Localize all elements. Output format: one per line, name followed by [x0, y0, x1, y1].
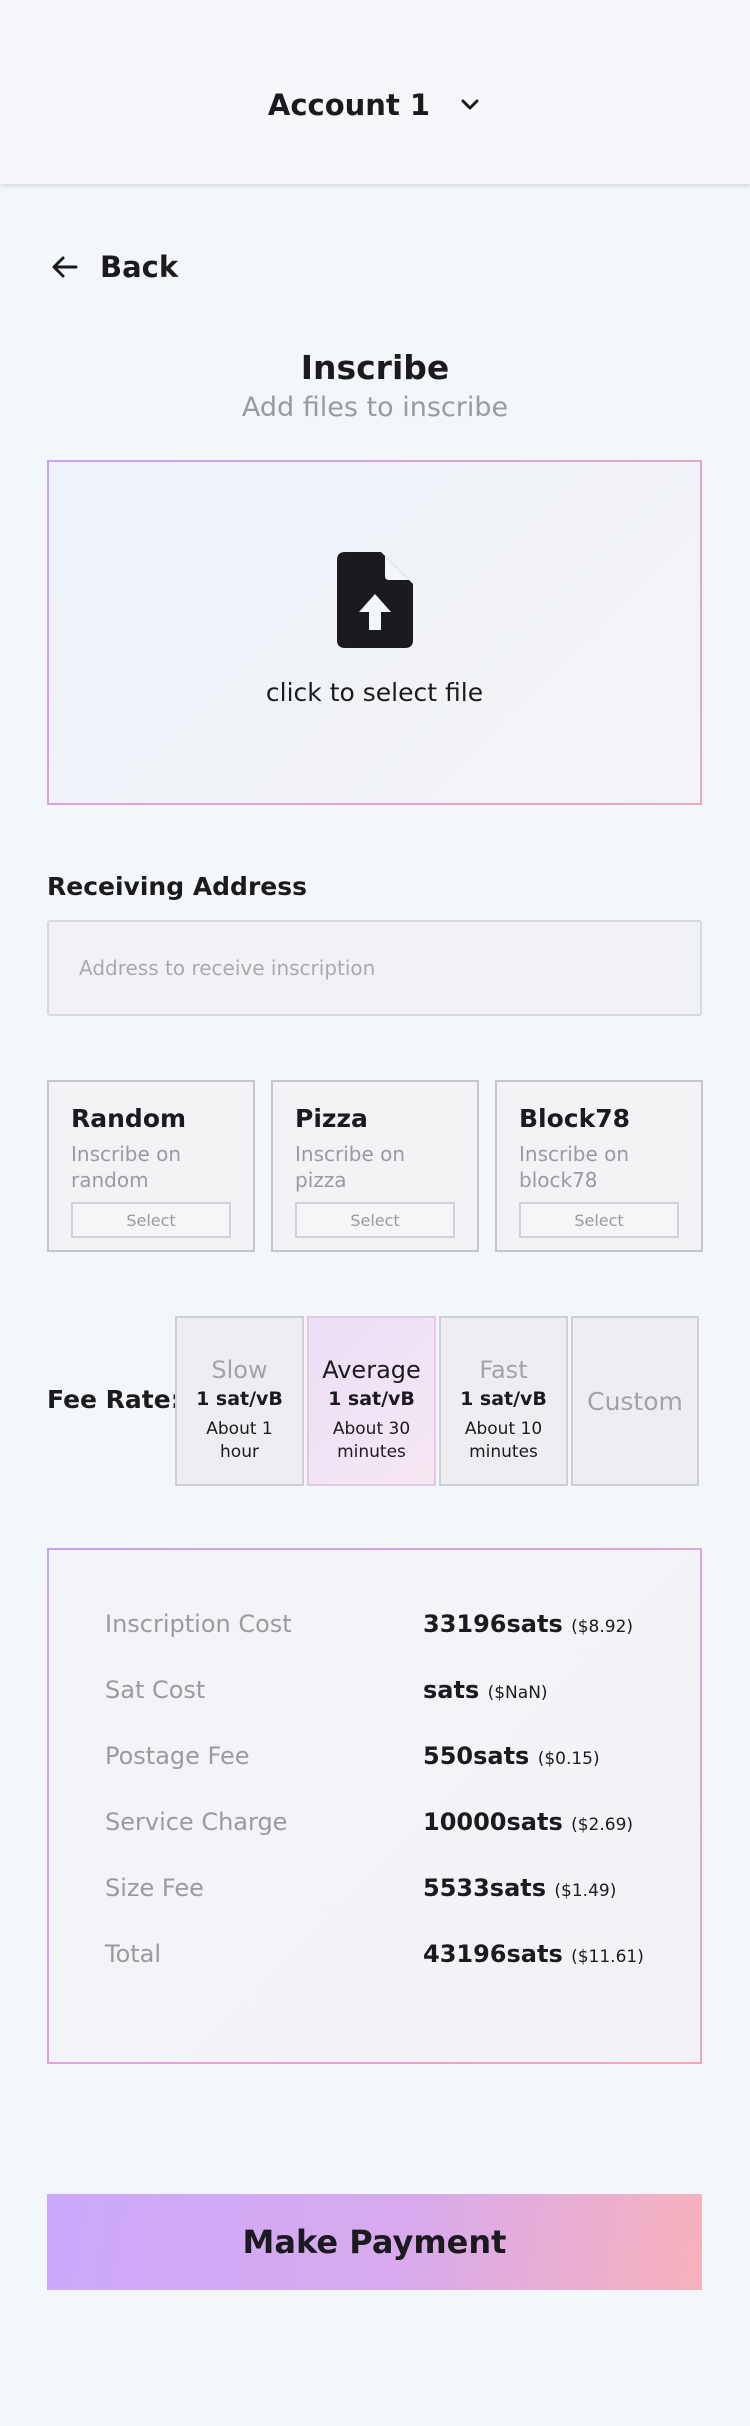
summary-value: sats ($NaN): [423, 1676, 548, 1704]
app-header: Account 1: [0, 0, 750, 184]
page-title: Inscribe: [300, 348, 450, 387]
fee-option-name: Fast: [479, 1356, 528, 1384]
receiving-address-input[interactable]: [47, 920, 702, 1016]
fee-option-name: Slow: [211, 1356, 268, 1384]
summary-key: Total: [105, 1940, 162, 1968]
summary-usd: ($8.92): [571, 1617, 634, 1637]
select-pizza-button[interactable]: Select: [295, 1202, 455, 1238]
page-subtitle: Add files to inscribe: [241, 392, 509, 423]
summary-value: 43196sats ($11.61): [423, 1940, 644, 1968]
summary-usd: ($1.49): [554, 1881, 617, 1901]
summary-value: 550sats ($0.15): [423, 1742, 600, 1770]
fee-option-average[interactable]: Average 1 sat/vB About 30 minutes: [307, 1316, 436, 1486]
summary-value: 5533sats ($1.49): [423, 1874, 617, 1902]
fee-option-rate: 1 sat/vB: [328, 1388, 415, 1410]
arrow-left-icon: [52, 256, 78, 278]
fee-option-custom[interactable]: Custom: [571, 1316, 699, 1486]
summary-row: Size Fee 5533sats ($1.49): [49, 1874, 700, 1940]
summary-usd: ($NaN): [487, 1683, 548, 1703]
fee-rate-label: Fee Rate:: [47, 1385, 181, 1414]
fee-option-time: About 10 minutes: [464, 1419, 543, 1462]
sat-option-title: Random: [71, 1104, 187, 1133]
cost-summary: Inscription Cost 33196sats ($8.92) Sat C…: [47, 1548, 702, 2064]
receiving-address-label: Receiving Address: [47, 872, 307, 901]
summary-row: Sat Cost sats ($NaN): [49, 1676, 700, 1742]
summary-key: Postage Fee: [105, 1742, 250, 1770]
summary-row: Postage Fee 550sats ($0.15): [49, 1742, 700, 1808]
file-upload-icon: [336, 552, 413, 648]
fee-option-slow[interactable]: Slow 1 sat/vB About 1 hour: [175, 1316, 304, 1486]
sat-option-desc: Inscribe on random: [71, 1142, 182, 1192]
make-payment-button[interactable]: Make Payment: [47, 2194, 702, 2290]
summary-key: Sat Cost: [105, 1676, 206, 1704]
account-label: Account 1: [267, 88, 431, 122]
back-button[interactable]: Back: [50, 250, 178, 284]
chevron-down-icon: [461, 99, 479, 110]
sat-option-desc: Inscribe on pizza: [295, 1142, 406, 1192]
summary-usd: ($11.61): [571, 1947, 644, 1967]
sat-option-title: Pizza: [295, 1104, 368, 1133]
select-block78-button[interactable]: Select: [519, 1202, 679, 1238]
sat-option-card-block78: Block78 Inscribe on block78 Select: [495, 1080, 703, 1252]
fee-option-time: About 30 minutes: [332, 1419, 411, 1462]
summary-row-total: Total 43196sats ($11.61): [49, 1940, 700, 2006]
back-label: Back: [100, 250, 179, 284]
fee-option-fast[interactable]: Fast 1 sat/vB About 10 minutes: [439, 1316, 568, 1486]
sat-option-desc: Inscribe on block78: [519, 1142, 630, 1192]
sat-option-card-random: Random Inscribe on random Select: [47, 1080, 255, 1252]
summary-value: 33196sats ($8.92): [423, 1610, 634, 1638]
summary-usd: ($0.15): [537, 1749, 600, 1769]
sat-options: Random Inscribe on random Select Pizza I…: [47, 1080, 703, 1252]
fee-option-name: Average: [322, 1356, 421, 1384]
select-random-button[interactable]: Select: [71, 1202, 231, 1238]
fee-option-rate: 1 sat/vB: [196, 1388, 283, 1410]
file-dropzone[interactable]: click to select file: [47, 460, 702, 805]
summary-value: 10000sats ($2.69): [423, 1808, 634, 1836]
summary-key: Size Fee: [105, 1874, 204, 1902]
fee-option-time: About 1 hour: [206, 1419, 273, 1462]
summary-key: Service Charge: [105, 1808, 288, 1836]
summary-usd: ($2.69): [571, 1815, 634, 1835]
summary-row: Inscription Cost 33196sats ($8.92): [49, 1610, 700, 1676]
sat-option-card-pizza: Pizza Inscribe on pizza Select: [271, 1080, 479, 1252]
sat-option-title: Block78: [519, 1104, 631, 1133]
dropzone-label: click to select file: [265, 678, 484, 707]
account-switcher[interactable]: Account 1: [268, 88, 482, 122]
summary-key: Inscription Cost: [105, 1610, 292, 1638]
summary-row: Service Charge 10000sats ($2.69): [49, 1808, 700, 1874]
fee-option-rate: 1 sat/vB: [460, 1388, 547, 1410]
